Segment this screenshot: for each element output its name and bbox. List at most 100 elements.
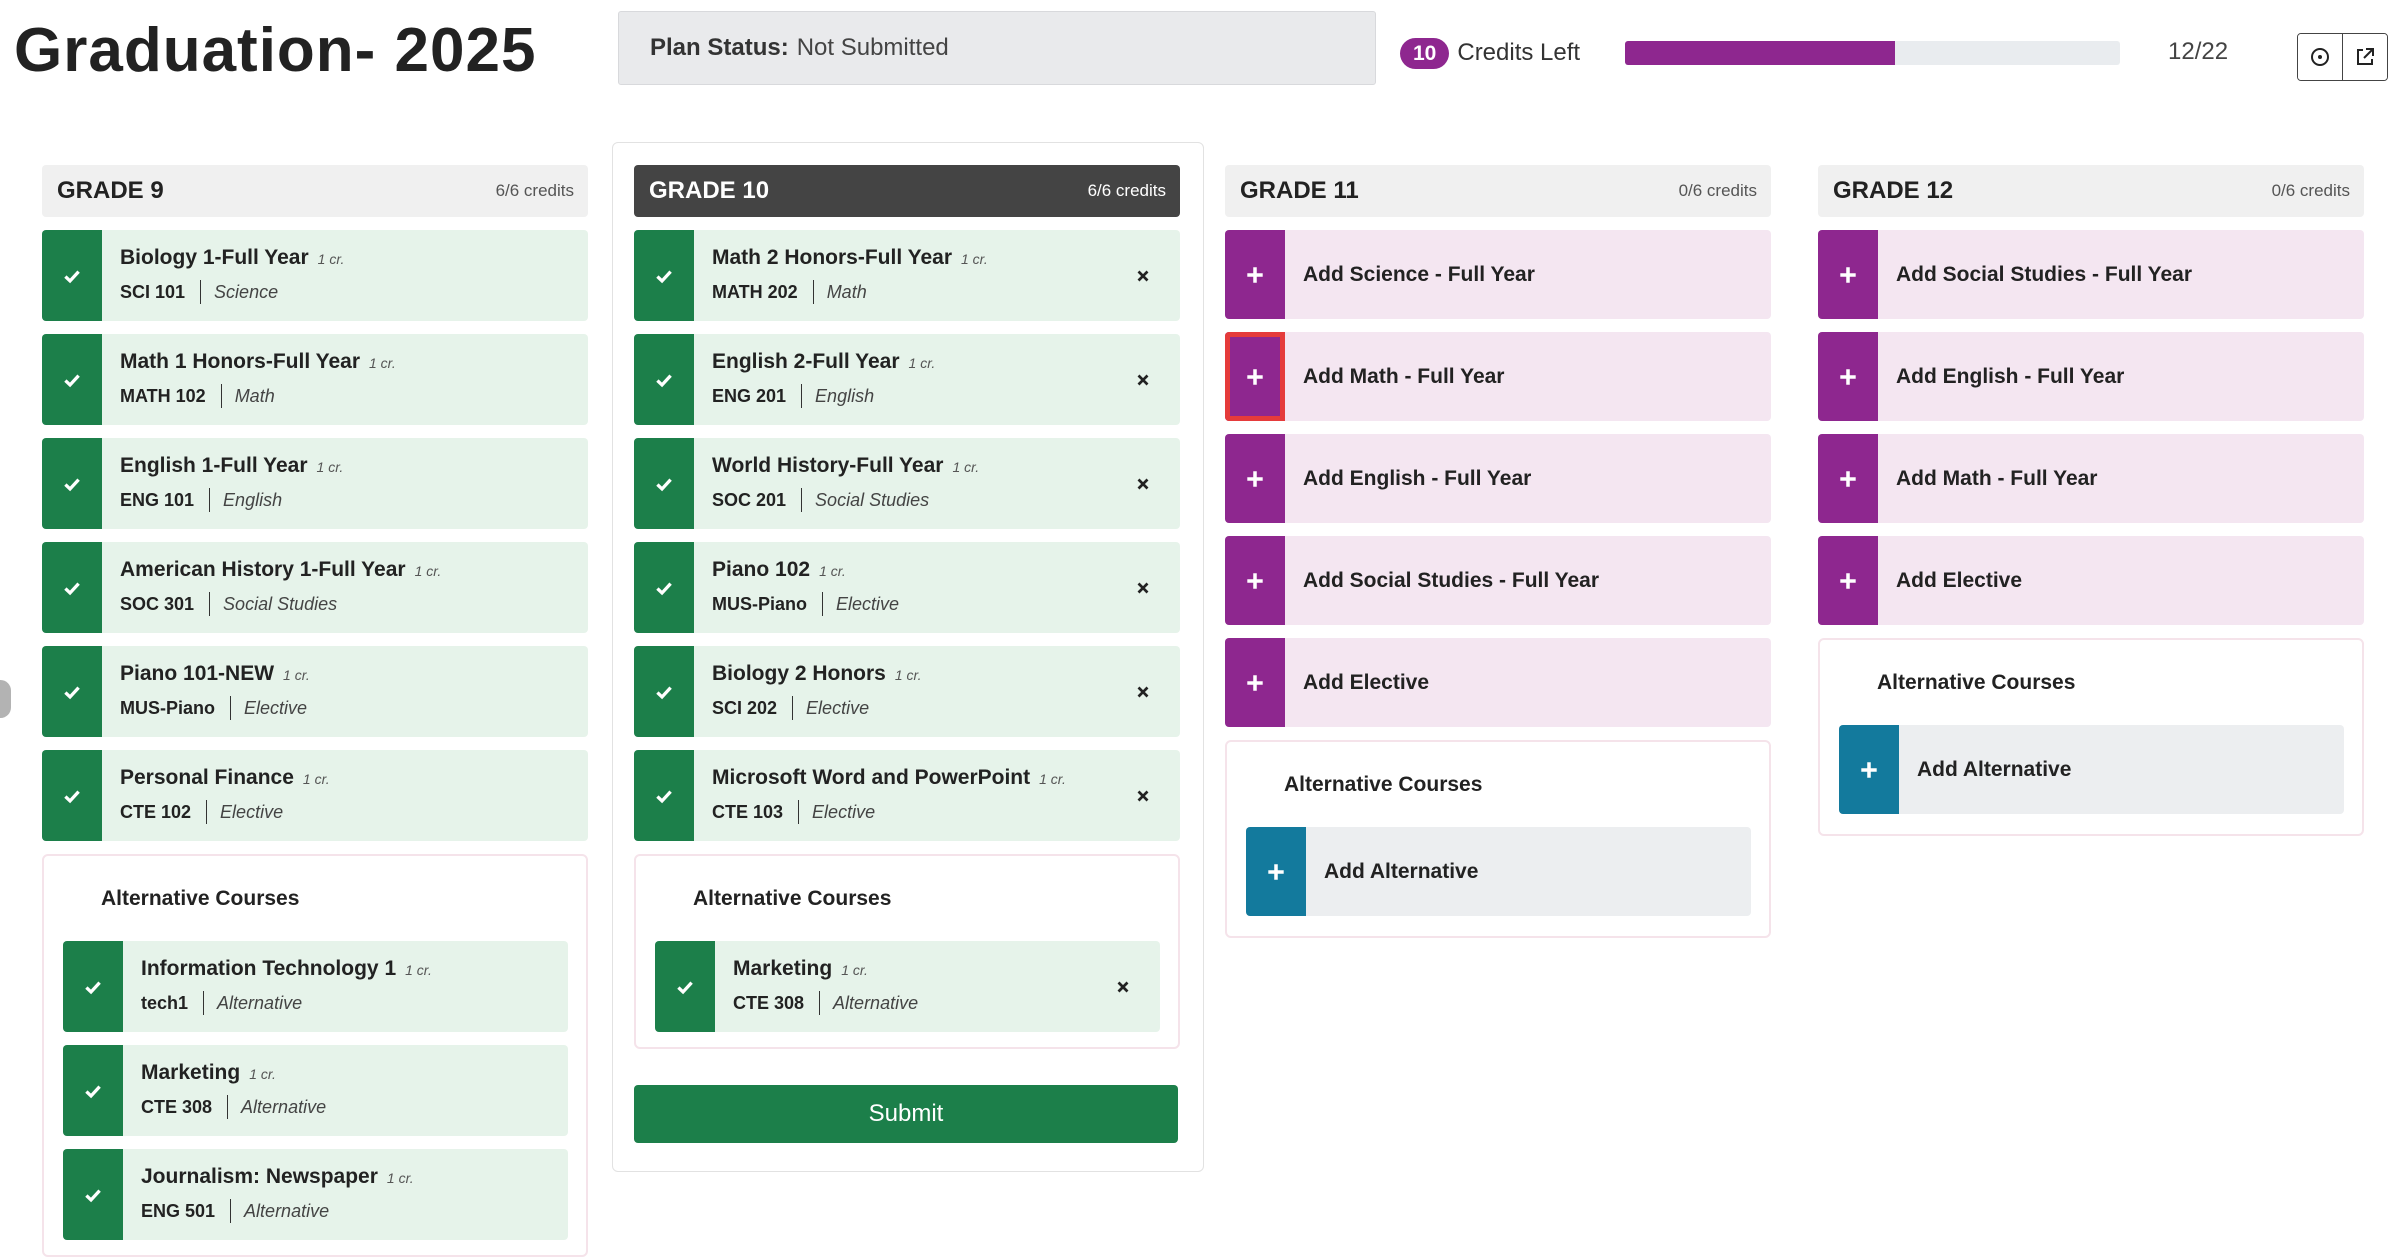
course-card[interactable]: English 1-Full Year 1 cr. ENG 101 English: [42, 438, 588, 529]
credits-left-label: Credits Left: [1457, 39, 1581, 66]
add-alternative-slot[interactable]: Add Alternative: [1839, 725, 2344, 814]
add-course-button[interactable]: [1818, 434, 1878, 523]
course-name: Personal Finance: [120, 766, 294, 789]
course-card[interactable]: Biology 1-Full Year 1 cr. SCI 101 Science: [42, 230, 588, 321]
remove-course-button[interactable]: [1132, 473, 1154, 495]
course-card[interactable]: Piano 101-NEW 1 cr. MUS-Piano Elective: [42, 646, 588, 737]
course-card[interactable]: Biology 2 Honors 1 cr. SCI 202 Elective: [634, 646, 1180, 737]
meta-separator: [200, 280, 202, 304]
course-name: Piano 101-NEW: [120, 662, 275, 685]
course-card[interactable]: Information Technology 1 1 cr. tech1 Altern…: [63, 941, 568, 1032]
course-card[interactable]: Journalism: Newspaper 1 cr. ENG 501 Alterna…: [63, 1149, 568, 1240]
grade-header[interactable]: GRADE 10 6/6 credits: [634, 165, 1180, 217]
scroll-handle[interactable]: [0, 680, 11, 718]
open-external-button[interactable]: [2342, 34, 2387, 80]
course-code: CTE 102: [120, 801, 192, 822]
course-code: MATH 102: [120, 385, 206, 406]
course-title-line: Personal Finance 1 cr.: [120, 766, 330, 790]
close-icon: [1114, 978, 1132, 996]
add-course-button[interactable]: [1225, 434, 1285, 523]
add-course-slot[interactable]: Add Social Studies - Full Year: [1225, 536, 1771, 625]
remove-course-button[interactable]: [1132, 785, 1154, 807]
course-card[interactable]: Piano 102 1 cr. MUS-Piano Elective: [634, 542, 1180, 633]
add-course-button[interactable]: [1818, 230, 1878, 319]
course-card[interactable]: Microsoft Word and PowerPoint 1 cr. CTE 10…: [634, 750, 1180, 841]
add-alternative-slot[interactable]: Add Alternative: [1246, 827, 1751, 916]
course-name: Marketing: [141, 1061, 241, 1084]
course-code: ENG 201: [712, 385, 787, 406]
add-course-button[interactable]: [1225, 638, 1285, 727]
meta-separator: [798, 800, 800, 824]
add-course-button[interactable]: [1818, 536, 1878, 625]
remove-course-button[interactable]: [1132, 577, 1154, 599]
course-meta: ENG 501 Alternative: [141, 1199, 414, 1223]
course-category: Elective: [244, 697, 308, 718]
close-icon: [1134, 579, 1152, 597]
course-code: MUS-Piano: [712, 593, 808, 614]
grade-title: GRADE 12: [1833, 177, 1954, 204]
course-name: Piano 102: [712, 558, 811, 581]
plus-icon: [1244, 672, 1266, 694]
grade-header[interactable]: GRADE 9 6/6 credits: [42, 165, 588, 217]
submit-button[interactable]: Submit: [634, 1085, 1178, 1143]
add-course-button[interactable]: [1225, 230, 1285, 319]
course-info: American History 1-Full Year 1 cr. SOC 301…: [102, 542, 441, 633]
clock-icon: [2311, 48, 2329, 66]
add-course-slot[interactable]: Add Math - Full Year: [1225, 332, 1771, 421]
course-card[interactable]: Marketing 1 cr. CTE 308 Alternative: [655, 941, 1160, 1032]
course-card[interactable]: Math 2 Honors-Full Year 1 cr. MATH 202 Math: [634, 230, 1180, 321]
course-name: Biology 2 Honors: [712, 662, 886, 685]
course-title-line: English 1-Full Year 1 cr.: [120, 454, 343, 478]
add-course-slot[interactable]: Add Math - Full Year: [1818, 434, 2364, 523]
course-category: Elective: [812, 801, 876, 822]
course-meta: SCI 202 Elective: [712, 696, 922, 720]
course-card[interactable]: American History 1-Full Year 1 cr. SOC 301…: [42, 542, 588, 633]
course-card[interactable]: Personal Finance 1 cr. CTE 102 Elective: [42, 750, 588, 841]
add-alternative-button[interactable]: [1246, 827, 1306, 916]
remove-course-button[interactable]: [1132, 265, 1154, 287]
add-course-label: Add Math - Full Year: [1896, 466, 2098, 490]
add-course-slot[interactable]: Add English - Full Year: [1818, 332, 2364, 421]
alternative-courses-title: Alternative Courses: [1284, 773, 1483, 796]
check-icon: [82, 1080, 104, 1102]
course-card[interactable]: World History-Full Year 1 cr. SOC 201 Socia…: [634, 438, 1180, 529]
course-check-tile: [42, 334, 102, 425]
add-course-slot[interactable]: Add English - Full Year: [1225, 434, 1771, 523]
course-card[interactable]: English 2-Full Year 1 cr. ENG 201 English: [634, 334, 1180, 425]
course-category: Math: [234, 385, 275, 406]
add-alternative-button[interactable]: [1839, 725, 1899, 814]
remove-course-button[interactable]: [1132, 369, 1154, 391]
credits-left: 10 Credits Left: [1400, 34, 1580, 72]
course-title-line: American History 1-Full Year 1 cr.: [120, 558, 441, 582]
grade-header[interactable]: GRADE 12 0/6 credits: [1818, 165, 2364, 217]
course-category: Social Studies: [815, 489, 930, 510]
course-meta: SOC 301 Social Studies: [120, 592, 441, 616]
course-check-tile: [42, 750, 102, 841]
course-card[interactable]: Math 1 Honors-Full Year 1 cr. MATH 102 Math: [42, 334, 588, 425]
add-course-button[interactable]: [1818, 332, 1878, 421]
add-course-button[interactable]: [1225, 536, 1285, 625]
alternative-courses-panel: Alternative Courses Add Alternative: [1818, 638, 2364, 836]
add-course-slot[interactable]: Add Elective: [1225, 638, 1771, 727]
course-name: Information Technology 1: [141, 957, 397, 980]
grade-header[interactable]: GRADE 11 0/6 credits: [1225, 165, 1771, 217]
add-course-slot[interactable]: Add Elective: [1818, 536, 2364, 625]
check-icon: [61, 265, 83, 287]
course-credit: 1 cr.: [283, 667, 310, 683]
add-course-slot[interactable]: Add Social Studies - Full Year: [1818, 230, 2364, 319]
remove-course-button[interactable]: [1132, 681, 1154, 703]
course-card[interactable]: Marketing 1 cr. CTE 308 Alternative: [63, 1045, 568, 1136]
course-info: World History-Full Year 1 cr. SOC 201 Socia…: [694, 438, 979, 529]
history-button[interactable]: [2298, 34, 2342, 80]
credits-progress-text: 12/22: [2168, 38, 2229, 65]
plus-icon: [1244, 366, 1266, 388]
course-credit: 1 cr.: [302, 771, 330, 787]
add-course-button[interactable]: [1225, 332, 1285, 421]
meta-separator: [209, 592, 211, 616]
course-check-tile: [634, 230, 694, 321]
course-name: Math 2 Honors-Full Year: [712, 246, 952, 269]
course-title-line: Marketing 1 cr.: [141, 1061, 326, 1085]
remove-alternative-button[interactable]: [1112, 976, 1134, 998]
add-course-slot[interactable]: Add Science - Full Year: [1225, 230, 1771, 319]
plus-icon: [1837, 570, 1859, 592]
